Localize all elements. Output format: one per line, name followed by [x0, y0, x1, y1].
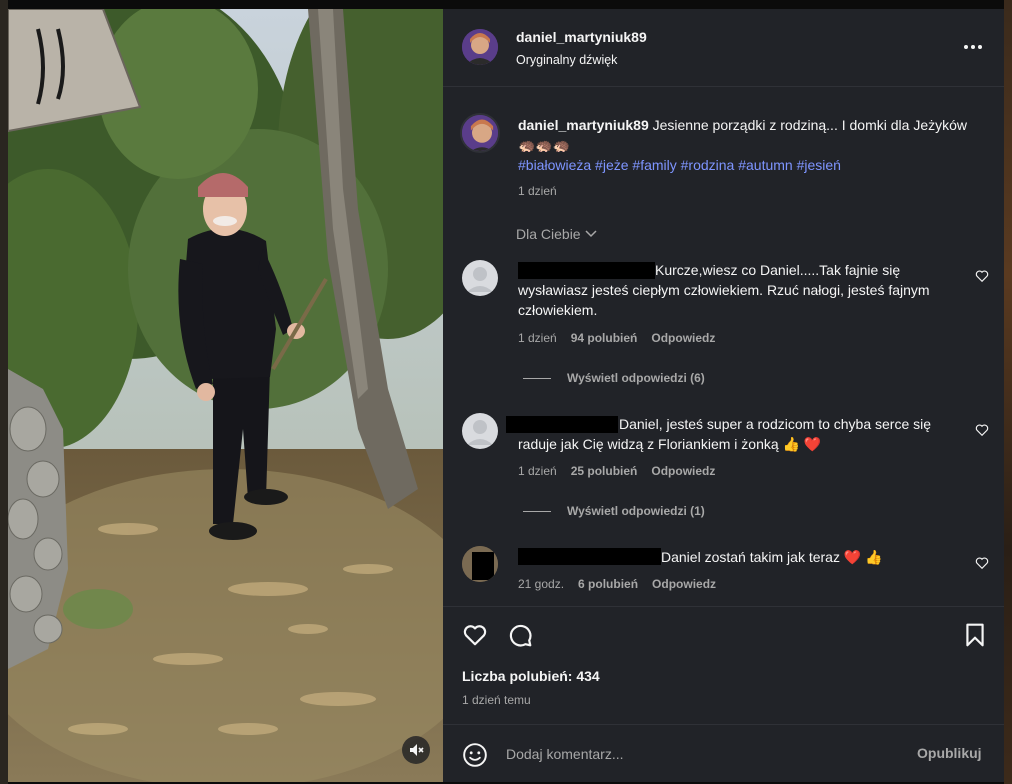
comment-text: Kurcze,wiesz co Daniel.....Tak fajnie si…: [518, 262, 930, 318]
default-avatar-icon: [467, 267, 493, 292]
emoji-icon[interactable]: [462, 742, 488, 768]
comment-text: Daniel, jesteś super a rodzicom to chyba…: [518, 416, 932, 452]
comment-meta: 1 dzień 25 polubień Odpowiedz: [518, 464, 715, 478]
caption-hashtags[interactable]: #białowieża #jeże #family #rodzina #autu…: [518, 157, 841, 173]
actions-divider: [443, 606, 1004, 607]
comment-input[interactable]: [506, 743, 886, 765]
backdrop-right: [1004, 0, 1012, 784]
post-details-panel: daniel_martyniuk89 Oryginalny dźwięk dan…: [443, 9, 1004, 782]
chevron-down-icon: [585, 230, 597, 238]
caption-username[interactable]: daniel_martyniuk89: [518, 117, 649, 133]
more-options-icon[interactable]: [961, 37, 985, 57]
comment-likes[interactable]: 25 polubień: [571, 464, 638, 478]
replies-divider: [523, 510, 551, 512]
sort-label: Dla Ciebie: [516, 226, 581, 242]
author-avatar-image: [462, 29, 498, 65]
like-count[interactable]: Liczba polubień: 434: [462, 668, 600, 684]
avatar-image: [462, 546, 498, 582]
speaker-muted-icon: [410, 744, 424, 756]
comment-likes[interactable]: 6 polubień: [578, 577, 638, 591]
like-comment-heart-icon[interactable]: [975, 556, 989, 570]
post-photo: [8, 9, 443, 782]
comment-sort-dropdown[interactable]: Dla Ciebie: [516, 226, 597, 242]
replies-divider: [523, 377, 551, 379]
like-comment-heart-icon[interactable]: [975, 269, 989, 283]
comment-reply-button[interactable]: Odpowiedz: [651, 331, 715, 345]
caption-avatar-image: [462, 115, 498, 151]
comment-composer: Opublikuj: [443, 724, 1004, 782]
comment-bubble-icon[interactable]: [507, 622, 533, 648]
publish-button[interactable]: Opublikuj: [917, 745, 982, 761]
bookmark-icon[interactable]: [962, 622, 988, 648]
author-username[interactable]: daniel_martyniuk89: [516, 29, 647, 45]
view-replies-button[interactable]: Wyświetl odpowiedzi (6): [523, 371, 705, 385]
caption-avatar[interactable]: [460, 113, 500, 153]
comment-time[interactable]: 21 godz.: [518, 577, 564, 591]
mute-toggle-button[interactable]: [402, 736, 430, 764]
comment-avatar[interactable]: [462, 260, 498, 296]
caption-text: Jesienne porządki z rodziną... I domki d…: [652, 117, 967, 133]
comment-meta: 21 godz. 6 polubień Odpowiedz: [518, 577, 716, 591]
comment-reply-button[interactable]: Odpowiedz: [652, 577, 716, 591]
comment-avatar[interactable]: [462, 546, 498, 582]
view-replies-button[interactable]: Wyświetl odpowiedzi (1): [523, 504, 705, 518]
caption-timestamp[interactable]: 1 dzień: [518, 184, 557, 198]
view-replies-label: Wyświetl odpowiedzi (1): [567, 504, 705, 518]
comment-meta: 1 dzień 94 polubień Odpowiedz: [518, 331, 715, 345]
backdrop-left: [0, 0, 8, 784]
view-replies-label: Wyświetl odpowiedzi (6): [567, 371, 705, 385]
post-caption: daniel_martyniuk89 Jesienne porządki z r…: [518, 115, 968, 175]
post-header: daniel_martyniuk89 Oryginalny dźwięk: [443, 9, 1004, 87]
post-date[interactable]: 1 dzień temu: [462, 693, 531, 707]
comment-likes[interactable]: 94 polubień: [571, 331, 638, 345]
comment-text: Daniel zostań takim jak teraz ❤️ 👍: [661, 549, 883, 565]
comment-time[interactable]: 1 dzień: [518, 464, 557, 478]
audio-label[interactable]: Oryginalny dźwięk: [516, 53, 617, 67]
caption-emoji: 🦔🦔🦔: [518, 137, 571, 153]
post-media[interactable]: [8, 9, 443, 782]
like-comment-heart-icon[interactable]: [975, 423, 989, 437]
default-avatar-icon: [467, 420, 493, 445]
author-avatar[interactable]: [462, 29, 498, 65]
comment-time[interactable]: 1 dzień: [518, 331, 557, 345]
like-heart-icon[interactable]: [462, 622, 488, 648]
comment-avatar[interactable]: [462, 413, 498, 449]
comment-reply-button[interactable]: Odpowiedz: [651, 464, 715, 478]
